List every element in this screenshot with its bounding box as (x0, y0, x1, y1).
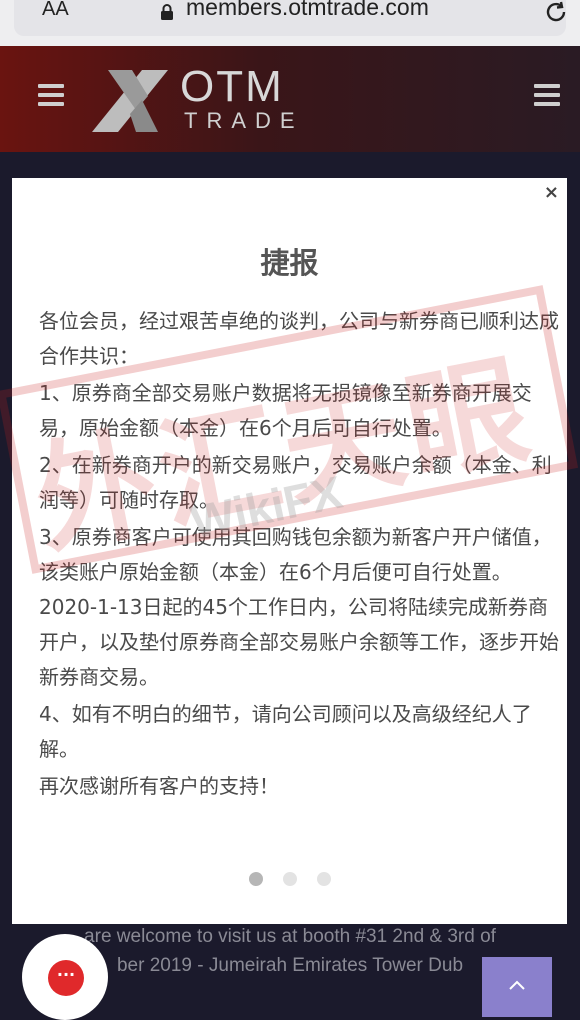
menu-icon-right[interactable] (534, 84, 560, 106)
carousel-dot-3[interactable] (317, 872, 331, 886)
browser-address-bar: AA members.otmtrade.com (0, 0, 580, 46)
scroll-top-button[interactable] (482, 957, 552, 1017)
url-text[interactable]: members.otmtrade.com (186, 0, 429, 21)
logo-otm-text: OTM (180, 62, 284, 111)
chat-icon: ··· (48, 960, 84, 996)
menu-icon-left[interactable] (38, 84, 64, 106)
paragraph-intro: 各位会员，经过艰苦卓绝的谈判，公司与新券商已顺利达成合作共识： (39, 309, 559, 368)
paragraph-1: 1、原券商全部交易账户数据将无损镜像至新券商开展交易，原始金额（本金）在6个月后… (39, 381, 532, 440)
chevron-up-icon (509, 980, 525, 990)
otm-trade-logo[interactable]: OTM TRADE (88, 62, 308, 134)
logo-trade-text: TRADE (184, 108, 304, 133)
carousel-dot-1[interactable] (249, 872, 263, 886)
url-field[interactable]: AA members.otmtrade.com (14, 0, 566, 36)
logo-x-icon (92, 70, 168, 132)
site-header: OTM TRADE (0, 46, 580, 152)
lock-icon (161, 4, 173, 20)
carousel-dots (249, 872, 339, 888)
carousel-dot-2[interactable] (283, 872, 297, 886)
paragraph-4: 4、如有不明白的细节，请向公司顾问以及高级经纪人了解。 (39, 702, 532, 761)
modal-body: 各位会员，经过艰苦卓绝的谈判，公司与新券商已顺利达成合作共识： 1、原券商全部交… (39, 304, 559, 806)
modal-title: 捷报 (260, 246, 319, 280)
close-button[interactable]: × (544, 182, 559, 203)
chat-button[interactable]: ··· (22, 934, 108, 1020)
announcement-modal: × 捷报 各位会员，经过艰苦卓绝的谈判，公司与新券商已顺利达成合作共识： 1、原… (12, 178, 567, 924)
reload-icon[interactable] (544, 0, 568, 24)
paragraph-3: 3、原券商客户可使用其回购钱包余额为新客户开户储值，该类账户原始金额（本金）在6… (39, 525, 559, 689)
paragraph-thanks: 再次感谢所有客户的支持！ (39, 774, 279, 798)
text-size-button[interactable]: AA (42, 0, 69, 21)
paragraph-2: 2、在新券商开户的新交易账户，交易账户余额（本金、利润等）可随时存取。 (39, 453, 552, 512)
